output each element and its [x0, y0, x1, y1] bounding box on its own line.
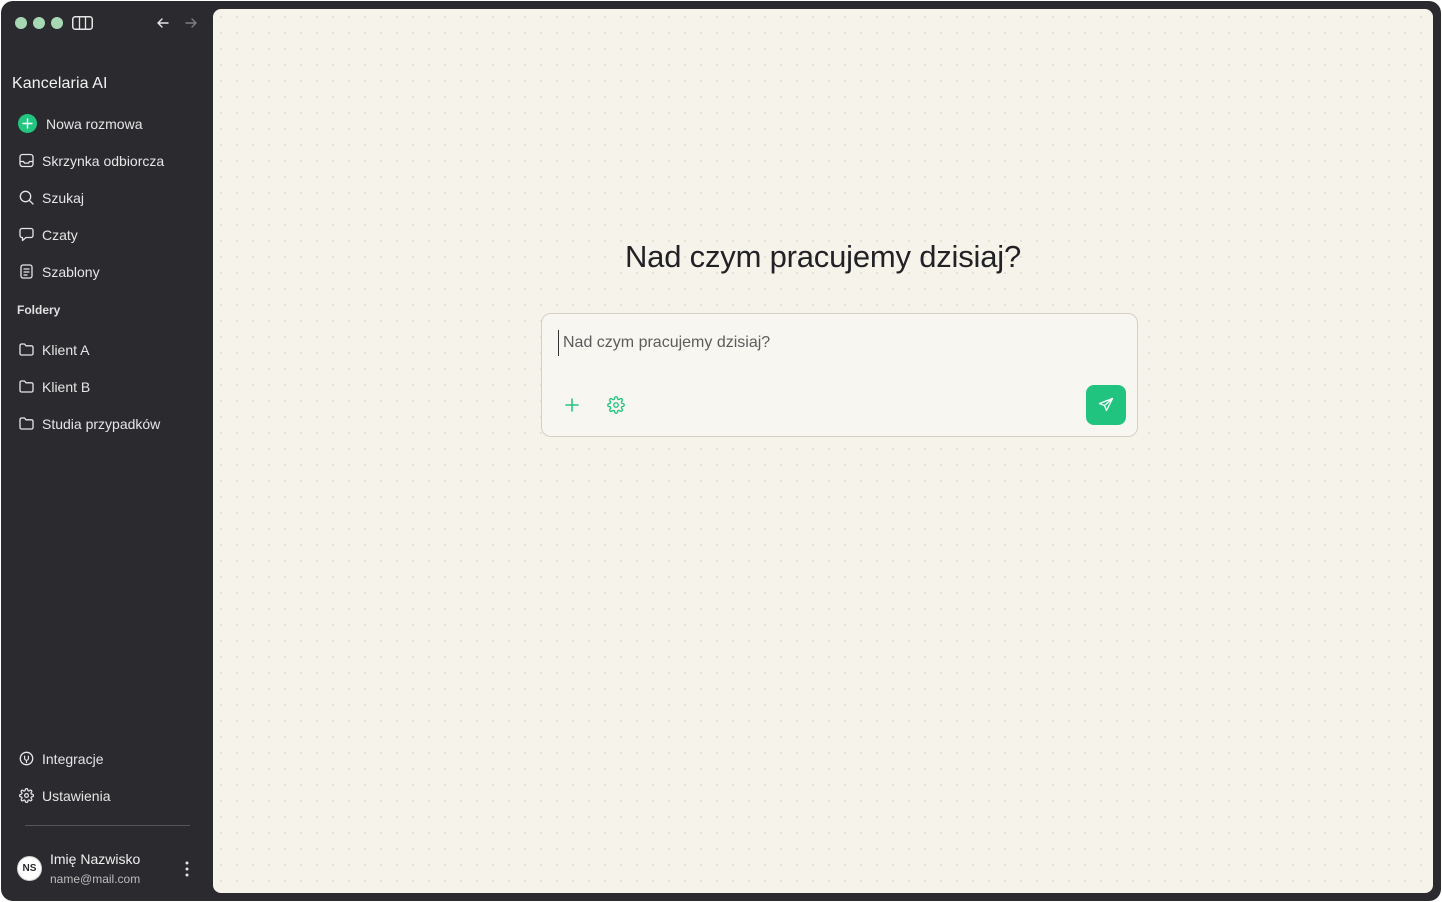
inbox-icon	[18, 153, 34, 169]
sidebar-item-inbox[interactable]: Skrzynka odbiorcza	[1, 142, 213, 179]
settings-gear-icon[interactable]	[607, 396, 625, 414]
sidebar-item-label: Szablony	[42, 263, 100, 280]
folder-icon	[18, 342, 34, 358]
more-vertical-icon[interactable]	[180, 860, 194, 878]
message-input[interactable]	[558, 330, 1118, 356]
template-icon	[18, 264, 34, 280]
new-chat-button[interactable]: Nowa rozmowa	[1, 105, 213, 142]
folder-icon	[18, 379, 34, 395]
add-attachment-button[interactable]	[563, 396, 581, 414]
app-title: Kancelaria AI	[12, 75, 108, 92]
sidebar-item-label: Integracje	[42, 750, 104, 767]
new-chat-label: Nowa rozmowa	[46, 115, 143, 132]
sidebar-item-label: Ustawienia	[42, 787, 111, 804]
sidebar: Kancelaria AI Nowa rozmowa Skrzynka odbi…	[1, 1, 213, 901]
folder-label: Studia przypadków	[42, 415, 161, 432]
maximize-window-button[interactable]	[51, 17, 63, 29]
folder-item-klient-b[interactable]: Klient B	[1, 368, 213, 405]
sidebar-item-search[interactable]: Szukaj	[1, 179, 213, 216]
send-icon	[1098, 397, 1114, 412]
search-icon	[18, 190, 34, 206]
user-email: name@mail.com	[50, 872, 141, 886]
avatar[interactable]: NS	[17, 856, 42, 881]
primary-nav: Nowa rozmowa Skrzynka odbiorcza Szukaj C…	[1, 105, 213, 290]
sidebar-item-integrations[interactable]: Integracje	[1, 740, 213, 777]
app-window: Kancelaria AI Nowa rozmowa Skrzynka odbi…	[1, 1, 1441, 901]
sidebar-item-chats[interactable]: Czaty	[1, 216, 213, 253]
sidebar-item-settings[interactable]: Ustawienia	[1, 777, 213, 814]
close-window-button[interactable]	[15, 17, 27, 29]
chat-icon	[18, 227, 34, 243]
arrow-left-icon[interactable]	[155, 15, 171, 31]
folder-item-case-studies[interactable]: Studia przypadków	[1, 405, 213, 442]
folder-label: Klient A	[42, 341, 90, 358]
sidebar-item-label: Szukaj	[42, 189, 85, 206]
user-profile[interactable]: NS Imię Nazwisko name@mail.com	[17, 849, 207, 889]
integration-icon	[18, 751, 34, 767]
bottom-nav: Integracje Ustawienia	[1, 740, 213, 814]
minimize-window-button[interactable]	[33, 17, 45, 29]
gear-icon	[18, 788, 34, 804]
message-composer	[541, 313, 1138, 437]
sidebar-item-label: Czaty	[42, 226, 78, 243]
user-name: Imię Nazwisko	[50, 851, 141, 867]
window-controls	[15, 17, 63, 29]
sidebar-toggle-icon[interactable]	[72, 16, 93, 30]
arrow-right-icon[interactable]	[183, 15, 199, 31]
main-content: Nad czym pracujemy dzisiaj?	[213, 9, 1433, 893]
folder-label: Klient B	[42, 378, 91, 395]
sidebar-item-templates[interactable]: Szablony	[1, 253, 213, 290]
folders-section-label: Foldery	[17, 303, 61, 317]
plus-icon	[18, 114, 37, 133]
folder-icon	[18, 416, 34, 432]
sidebar-divider	[25, 825, 190, 826]
folder-item-klient-a[interactable]: Klient A	[1, 331, 213, 368]
sidebar-item-label: Skrzynka odbiorcza	[42, 152, 165, 169]
send-button[interactable]	[1086, 385, 1126, 425]
page-title: Nad czym pracujemy dzisiaj?	[624, 239, 1021, 274]
folders-list: Klient A Klient B Studia przypadków	[1, 331, 213, 442]
